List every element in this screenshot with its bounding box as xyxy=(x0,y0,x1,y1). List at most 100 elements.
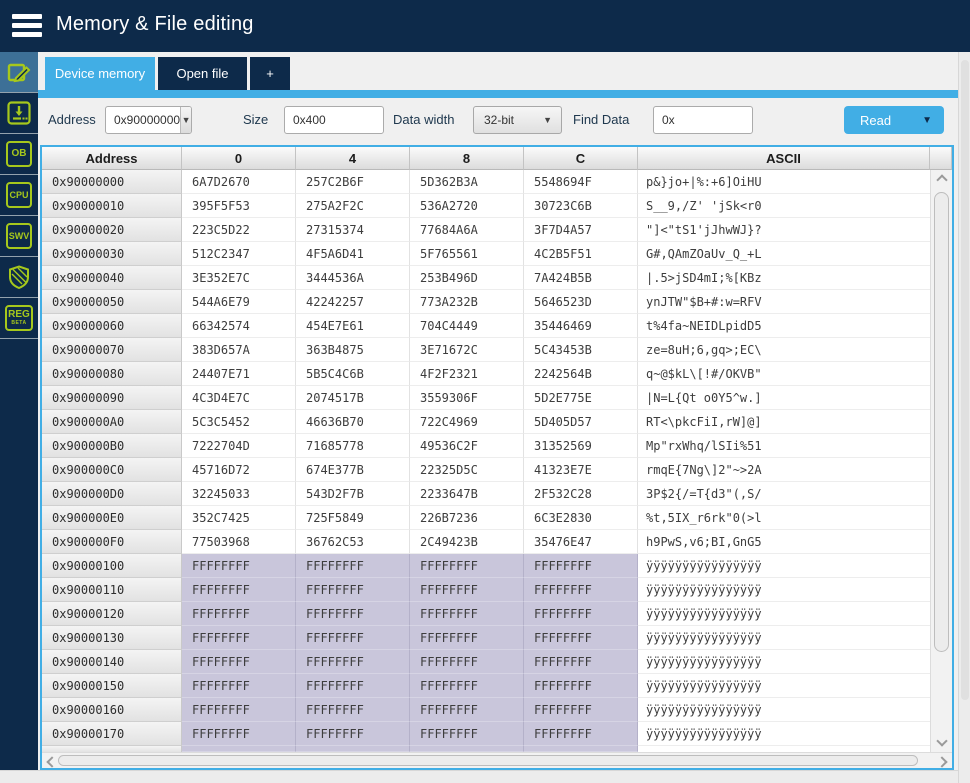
hex-cell-4[interactable]: 3444536A xyxy=(296,266,410,290)
ascii-cell[interactable]: ÿÿÿÿÿÿÿÿÿÿÿÿÿÿÿÿ xyxy=(638,650,952,674)
address-cell[interactable]: 0x900000C0 xyxy=(42,458,182,482)
address-cell[interactable]: 0x90000060 xyxy=(42,314,182,338)
hex-cell-4[interactable]: 674E377B xyxy=(296,458,410,482)
address-cell[interactable]: 0x900000E0 xyxy=(42,506,182,530)
hex-cell-8[interactable]: 3E71672C xyxy=(410,338,524,362)
table-vertical-scrollbar[interactable] xyxy=(930,170,952,752)
hex-cell-4[interactable]: 454E7E61 xyxy=(296,314,410,338)
hex-cell-4[interactable]: 543D2F7B xyxy=(296,482,410,506)
hex-cell-8[interactable]: FFFFFFFF xyxy=(410,722,524,746)
hex-cell-0[interactable]: 512C2347 xyxy=(182,242,296,266)
ascii-cell[interactable]: %t,5IX_r6rk"0(>l xyxy=(638,506,952,530)
hex-cell-0[interactable]: 4C3D4E7C xyxy=(182,386,296,410)
find-data-input[interactable] xyxy=(653,106,753,134)
data-width-select[interactable]: 32-bit ▼ xyxy=(473,106,562,134)
sidebar-item-cpu[interactable]: CPU xyxy=(0,175,38,216)
hex-cell-4[interactable]: 36762C53 xyxy=(296,530,410,554)
table-row[interactable]: 0x90000170 FFFFFFFF FFFFFFFF FFFFFFFF FF… xyxy=(42,722,952,746)
hex-cell-0[interactable]: FFFFFFFF xyxy=(182,722,296,746)
ascii-cell[interactable]: ÿÿÿÿÿÿÿÿÿÿÿÿÿÿÿÿ xyxy=(638,674,952,698)
app-vertical-scrollbar[interactable] xyxy=(958,52,970,783)
address-cell[interactable]: 0x90000000 xyxy=(42,170,182,194)
hex-cell-0[interactable]: 7222704D xyxy=(182,434,296,458)
hex-cell-4[interactable]: 42242257 xyxy=(296,290,410,314)
hex-cell-4[interactable]: FFFFFFFF xyxy=(296,650,410,674)
address-combobox[interactable]: 0x90000000 ▼ xyxy=(105,106,192,134)
ascii-cell[interactable]: ÿÿÿÿÿÿÿÿÿÿÿÿÿÿÿÿ xyxy=(638,554,952,578)
hex-cell-0[interactable]: FFFFFFFF xyxy=(182,674,296,698)
hex-cell-0[interactable]: 77503968 xyxy=(182,530,296,554)
ascii-cell[interactable]: RT<\pkcFiI,rW]@] xyxy=(638,410,952,434)
hex-cell-8[interactable]: 2233647B xyxy=(410,482,524,506)
table-row[interactable]: 0x90000140 FFFFFFFF FFFFFFFF FFFFFFFF FF… xyxy=(42,650,952,674)
hex-cell-8[interactable]: 3559306F xyxy=(410,386,524,410)
address-cell[interactable]: 0x90000080 xyxy=(42,362,182,386)
hex-cell-0[interactable]: 223C5D22 xyxy=(182,218,296,242)
hex-cell-c[interactable]: 35476E47 xyxy=(524,530,638,554)
ascii-cell[interactable]: ÿÿÿÿÿÿÿÿÿÿÿÿÿÿÿÿ xyxy=(638,722,952,746)
ascii-cell[interactable]: ze=8uH;6,gq>;EC\ xyxy=(638,338,952,362)
hex-cell-c[interactable]: 7A424B5B xyxy=(524,266,638,290)
app-horizontal-scrollbar[interactable] xyxy=(0,770,958,783)
ascii-cell[interactable]: ÿÿÿÿÿÿÿÿÿÿÿÿÿÿÿÿ xyxy=(638,626,952,650)
hex-cell-0[interactable]: FFFFFFFF xyxy=(182,626,296,650)
hex-cell-8[interactable]: 704C4449 xyxy=(410,314,524,338)
address-cell[interactable]: 0x90000100 xyxy=(42,554,182,578)
address-cell[interactable]: 0x900000F0 xyxy=(42,530,182,554)
ascii-cell[interactable]: t%4fa~NEIDLpidD5 xyxy=(638,314,952,338)
hex-cell-4[interactable]: 4F5A6D41 xyxy=(296,242,410,266)
scroll-right-icon[interactable] xyxy=(939,757,949,767)
address-cell[interactable]: 0x90000050 xyxy=(42,290,182,314)
hex-cell-0[interactable]: 66342574 xyxy=(182,314,296,338)
hex-cell-0[interactable]: 352C7425 xyxy=(182,506,296,530)
hex-cell-c[interactable]: 3F7D4A57 xyxy=(524,218,638,242)
hex-cell-8[interactable]: 226B7236 xyxy=(410,506,524,530)
hex-cell-c[interactable]: 2F532C28 xyxy=(524,482,638,506)
sidebar-item-register-viewer[interactable]: REG BETA xyxy=(0,298,38,339)
scroll-left-icon[interactable] xyxy=(45,757,55,767)
hex-cell-4[interactable]: 5B5C4C6B xyxy=(296,362,410,386)
hex-cell-8[interactable]: 253B496D xyxy=(410,266,524,290)
hex-cell-4[interactable]: FFFFFFFF xyxy=(296,698,410,722)
table-row[interactable]: 0x90000070 383D657A 363B4875 3E71672C 5C… xyxy=(42,338,952,362)
read-split-button[interactable]: Read ▼ xyxy=(844,106,944,134)
table-row[interactable]: 0x900000F0 77503968 36762C53 2C49423B 35… xyxy=(42,530,952,554)
address-cell[interactable]: 0x90000090 xyxy=(42,386,182,410)
address-cell[interactable]: 0x900000A0 xyxy=(42,410,182,434)
scroll-down-icon[interactable] xyxy=(937,738,947,748)
read-dropdown-arrow-icon[interactable]: ▼ xyxy=(922,115,944,126)
table-row[interactable]: 0x90000100 FFFFFFFF FFFFFFFF FFFFFFFF FF… xyxy=(42,554,952,578)
hex-cell-8[interactable]: 2C49423B xyxy=(410,530,524,554)
app-vertical-scrollbar-thumb[interactable] xyxy=(961,60,969,700)
hex-cell-4[interactable]: FFFFFFFF xyxy=(296,722,410,746)
hex-cell-c[interactable]: 5C43453B xyxy=(524,338,638,362)
hex-cell-4[interactable]: 275A2F2C xyxy=(296,194,410,218)
hex-cell-8[interactable]: 49536C2F xyxy=(410,434,524,458)
hex-cell-c[interactable]: FFFFFFFF xyxy=(524,674,638,698)
address-cell[interactable]: 0x90000070 xyxy=(42,338,182,362)
ascii-cell[interactable]: p&}jo+|%:+6]OiHU xyxy=(638,170,952,194)
hex-cell-c[interactable]: 4C2B5F51 xyxy=(524,242,638,266)
ascii-cell[interactable]: ynJTW"$B+#:w=RFV xyxy=(638,290,952,314)
hex-cell-8[interactable]: 22325D5C xyxy=(410,458,524,482)
table-row[interactable]: 0x90000030 512C2347 4F5A6D41 5F765561 4C… xyxy=(42,242,952,266)
hex-cell-4[interactable]: FFFFFFFF xyxy=(296,554,410,578)
hex-cell-0[interactable]: 3E352E7C xyxy=(182,266,296,290)
address-cell[interactable]: 0x90000040 xyxy=(42,266,182,290)
hex-cell-4[interactable]: FFFFFFFF xyxy=(296,626,410,650)
ascii-cell[interactable]: 3P$2{/=T{d3"(,S/ xyxy=(638,482,952,506)
ascii-cell[interactable]: G#,QAmZOaUv_Q_+L xyxy=(638,242,952,266)
hex-cell-8[interactable]: 722C4969 xyxy=(410,410,524,434)
ascii-cell[interactable]: ÿÿÿÿÿÿÿÿÿÿÿÿÿÿÿÿ xyxy=(638,578,952,602)
hex-cell-0[interactable]: 395F5F53 xyxy=(182,194,296,218)
hex-cell-c[interactable]: 2242564B xyxy=(524,362,638,386)
hex-cell-0[interactable]: FFFFFFFF xyxy=(182,578,296,602)
hex-cell-c[interactable]: FFFFFFFF xyxy=(524,602,638,626)
address-cell[interactable]: 0x90000130 xyxy=(42,626,182,650)
table-row[interactable]: 0x90000150 FFFFFFFF FFFFFFFF FFFFFFFF FF… xyxy=(42,674,952,698)
ascii-cell[interactable]: Mp"rxWhq/lSIi%51 xyxy=(638,434,952,458)
sidebar-item-security[interactable] xyxy=(0,257,38,298)
hex-cell-8[interactable]: 77684A6A xyxy=(410,218,524,242)
hex-cell-c[interactable]: FFFFFFFF xyxy=(524,650,638,674)
ascii-cell[interactable]: rmqE{7Ng\]2"~>2A xyxy=(638,458,952,482)
